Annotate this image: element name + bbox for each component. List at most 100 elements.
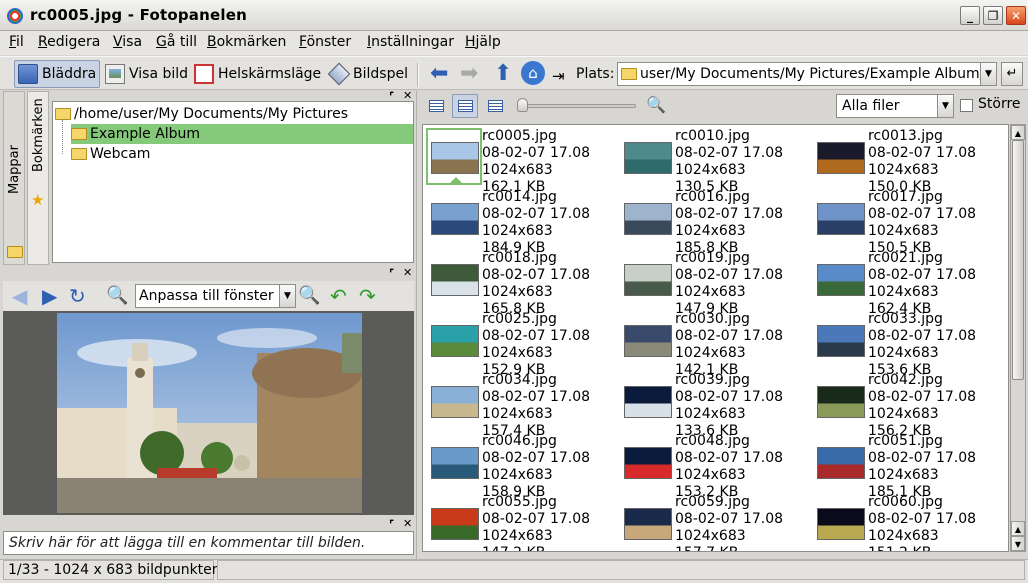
thumbnail-image[interactable]	[817, 447, 865, 479]
thumbnail-image[interactable]	[431, 386, 479, 418]
thumbnail-frame[interactable]	[619, 433, 675, 490]
thumbnail-image[interactable]	[817, 386, 865, 418]
clear-location-icon[interactable]: ⇥	[552, 65, 565, 87]
thumbnail-item[interactable]: rc0059.jpg08-02-07 17.081024x683157.7 KB	[616, 491, 809, 551]
up-arrow-icon[interactable]: ⬆	[494, 63, 512, 85]
tree-root[interactable]: /home/user/My Documents/My Pictures	[55, 104, 348, 124]
menu-edit[interactable]: Redigera	[38, 34, 100, 50]
thumbnail-item[interactable]: rc0030.jpg 08-02-07 17.08 1024x683 142.1 KB	[616, 308, 809, 378]
thumbnail-item[interactable]: rc0018.jpg 08-02-07 17.08 1024x683 165.8 KB	[423, 247, 616, 317]
thumbnail-frame[interactable]	[619, 128, 675, 185]
chevron-down-icon[interactable]: ▼	[279, 285, 295, 307]
thumbnail-frame[interactable]	[812, 433, 868, 490]
thumbnail-item[interactable]: rc0046.jpg 08-02-07 17.08 1024x683 158.9 KB	[423, 430, 616, 500]
menu-go[interactable]: Gå till	[156, 34, 197, 50]
larger-checkbox[interactable]	[960, 99, 973, 112]
menu-settings[interactable]: Inställningar	[367, 34, 454, 50]
thumbnail-frame[interactable]	[426, 494, 482, 551]
scroll-up-icon[interactable]: ▲	[1011, 521, 1025, 536]
menu-window[interactable]: Fönster	[299, 34, 351, 50]
thumbnail-frame[interactable]	[426, 250, 482, 307]
thumbnail-image[interactable]	[624, 142, 672, 174]
thumbnail-image[interactable]	[624, 386, 672, 418]
thumbnail-image[interactable]	[431, 203, 479, 235]
thumbnail-item[interactable]: rc0060.jpg08-02-07 17.081024x683151.2 KB	[809, 491, 1002, 551]
thumbnail-frame[interactable]	[619, 494, 675, 551]
thumbnail-item[interactable]: rc0042.jpg 08-02-07 17.08 1024x683 156.2 KB	[809, 369, 1002, 439]
thumbnail-frame[interactable]	[812, 311, 868, 368]
thumbnail-frame[interactable]	[426, 433, 482, 490]
menu-view[interactable]: Visa	[113, 34, 142, 50]
thumbnail-item[interactable]: rc0048.jpg 08-02-07 17.08 1024x683 153.2 KB	[616, 430, 809, 500]
back-arrow-icon[interactable]: ⬅	[430, 63, 448, 85]
menu-bookmarks[interactable]: Bokmärken	[207, 34, 286, 50]
thumbnail-image[interactable]	[817, 203, 865, 235]
menu-help[interactable]: Hjälp	[465, 34, 501, 50]
previous-icon[interactable]: ◀	[12, 285, 27, 307]
thumbnail-frame[interactable]	[426, 372, 482, 429]
thumbnail-item[interactable]: rc0034.jpg 08-02-07 17.08 1024x683 157.4 KB	[423, 369, 616, 439]
thumbnail-frame[interactable]	[619, 189, 675, 246]
zoom-in-icon[interactable]: 🔍	[106, 285, 128, 307]
tree-item-example-album[interactable]: Example Album	[71, 124, 413, 144]
thumbnail-image[interactable]	[431, 325, 479, 357]
thumbnail-item[interactable]: rc0016.jpg 08-02-07 17.08 1024x683 185.8 KB	[616, 186, 809, 256]
rotate-right-icon[interactable]: ↷	[359, 285, 376, 307]
thumbnail-item[interactable]: rc0051.jpg 08-02-07 17.08 1024x683 185.1 KB	[809, 430, 1002, 500]
forward-arrow-icon[interactable]: ➡	[460, 63, 478, 85]
thumbnail-frame[interactable]	[426, 128, 482, 185]
thumbnail-frame[interactable]	[619, 372, 675, 429]
thumbnail-frame[interactable]	[619, 250, 675, 307]
panel-close-icon[interactable]: ✕	[403, 267, 412, 278]
thumbnail-item[interactable]: rc0055.jpg08-02-07 17.081024x683147.2 KB	[423, 491, 616, 551]
thumbnail-image[interactable]	[817, 142, 865, 174]
scroll-up-icon[interactable]: ▲	[1011, 125, 1025, 140]
zoom-out-icon[interactable]: 🔍	[298, 285, 320, 307]
grid-scrollbar[interactable]: ▲ ▲ ▼	[1010, 124, 1026, 552]
view-mode-icons[interactable]	[482, 94, 508, 118]
slideshow-button[interactable]: Bildspel	[326, 60, 411, 88]
reload-icon[interactable]: ↻	[69, 285, 86, 307]
thumbnail-item[interactable]: rc0014.jpg 08-02-07 17.08 1024x683 184.9 KB	[423, 186, 616, 256]
thumbnail-image[interactable]	[624, 203, 672, 235]
thumbnail-image[interactable]	[431, 447, 479, 479]
browse-button[interactable]: Bläddra	[14, 60, 101, 88]
view-mode-list[interactable]	[423, 94, 449, 118]
view-image-button[interactable]: Visa bild	[102, 60, 191, 88]
thumbnail-frame[interactable]	[812, 250, 868, 307]
panel-close-icon[interactable]: ✕	[403, 90, 412, 101]
chevron-down-icon[interactable]: ▼	[937, 95, 953, 117]
comment-field[interactable]: Skriv här för att lägga till en kommenta…	[3, 531, 414, 555]
scroll-thumb[interactable]	[1012, 140, 1024, 380]
rotate-left-icon[interactable]: ↶	[330, 285, 347, 307]
thumbnail-item[interactable]: rc0005.jpg 08-02-07 17.08 1024x683 162.1 KB	[423, 125, 616, 195]
thumbnail-frame[interactable]	[619, 311, 675, 368]
fullscreen-button[interactable]: Helskärmsläge	[191, 60, 324, 88]
thumbnail-image[interactable]	[624, 325, 672, 357]
thumbnail-image[interactable]	[624, 508, 672, 540]
tab-bookmarks[interactable]: Bokmärken ★	[27, 91, 49, 265]
scroll-down-icon[interactable]: ▼	[1011, 536, 1025, 551]
thumbnail-image[interactable]	[624, 447, 672, 479]
thumbnail-item[interactable]: rc0013.jpg 08-02-07 17.08 1024x683 150.0 KB	[809, 125, 1002, 195]
location-input[interactable]: user/My Documents/My Pictures/Example Al…	[640, 66, 984, 82]
thumbnail-image[interactable]	[817, 264, 865, 296]
go-button[interactable]: ↵	[1001, 62, 1023, 86]
panel-undock-icon[interactable]: ⌜	[389, 519, 394, 530]
thumbnail-size-slider[interactable]	[520, 104, 636, 108]
thumbnail-item[interactable]: rc0019.jpg 08-02-07 17.08 1024x683 147.9 KB	[616, 247, 809, 317]
zoom-mode-select[interactable]: Anpassa till fönster ▼	[135, 284, 296, 308]
thumbnail-item[interactable]: rc0039.jpg 08-02-07 17.08 1024x683 133.6 KB	[616, 369, 809, 439]
panel-undock-icon[interactable]: ⌜	[389, 268, 394, 279]
thumbnail-image[interactable]	[431, 508, 479, 540]
thumbnail-frame[interactable]	[426, 189, 482, 246]
thumbnail-frame[interactable]	[812, 494, 868, 551]
thumbnail-item[interactable]: rc0021.jpg 08-02-07 17.08 1024x683 162.4 KB	[809, 247, 1002, 317]
thumbnail-frame[interactable]	[812, 189, 868, 246]
thumbnail-image[interactable]	[624, 264, 672, 296]
view-mode-details[interactable]	[452, 94, 478, 118]
thumbnail-item[interactable]: rc0010.jpg 08-02-07 17.08 1024x683 130.5 KB	[616, 125, 809, 195]
thumbnail-image[interactable]	[431, 264, 479, 296]
thumbnail-image[interactable]	[817, 508, 865, 540]
thumbnail-image[interactable]	[431, 142, 479, 174]
